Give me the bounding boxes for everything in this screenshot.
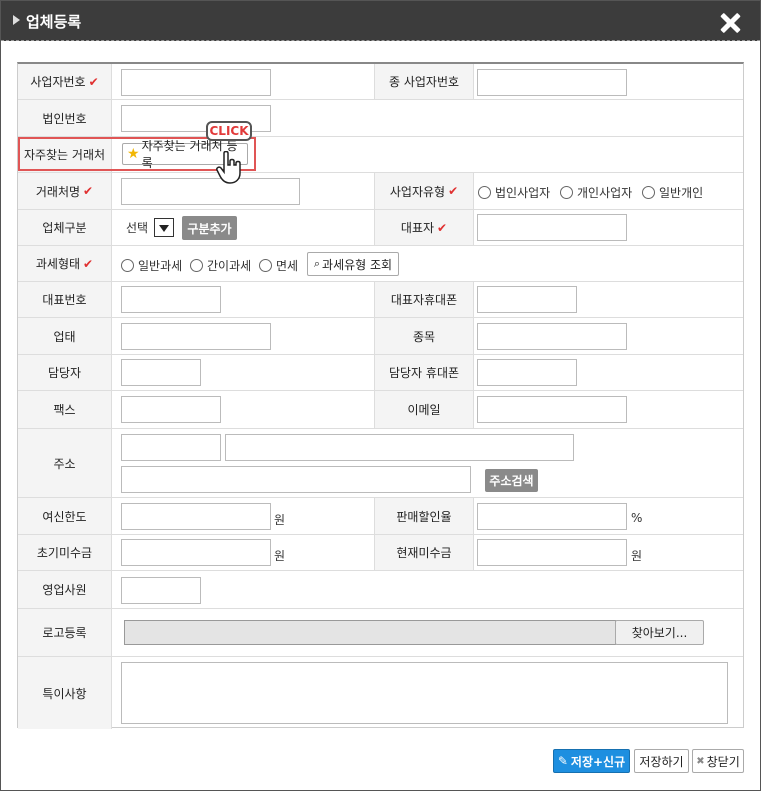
row-rep-phone: 대표번호 대표자휴대폰 bbox=[18, 282, 743, 318]
rep-phone-input[interactable] bbox=[121, 286, 221, 313]
business-type-input[interactable] bbox=[121, 323, 271, 350]
label-manager: 담당자 bbox=[18, 355, 112, 390]
save-button[interactable]: 저장하기 bbox=[634, 749, 689, 773]
business-item-input[interactable] bbox=[477, 323, 627, 350]
fax-input[interactable] bbox=[121, 396, 221, 423]
label-email: 이메일 bbox=[374, 391, 474, 428]
tax-type-lookup-button[interactable]: ⌕ 과세유형 조회 bbox=[307, 252, 399, 276]
label-initial-receivable: 초기미수금 bbox=[18, 535, 112, 570]
radio-individual[interactable]: 일반개인 bbox=[642, 184, 703, 201]
label-logo: 로고등록 bbox=[18, 609, 112, 656]
biz-no-input[interactable] bbox=[121, 69, 271, 96]
label-representative: 대표자 ✔ bbox=[374, 210, 474, 245]
row-notes: 특이사항 bbox=[18, 657, 743, 729]
email-input[interactable] bbox=[477, 396, 627, 423]
titlebar: 업체등록 bbox=[1, 1, 760, 41]
unit-won: 원 bbox=[274, 513, 286, 527]
edit-icon: ✎ bbox=[557, 754, 568, 768]
radio-corporate[interactable]: 법인사업자 bbox=[478, 184, 550, 201]
label-tax-type: 과세형태 ✔ bbox=[18, 246, 112, 281]
triangle-icon bbox=[13, 15, 20, 25]
row-address: 주소 주소검색 bbox=[18, 429, 743, 498]
dialog-title: 업체등록 bbox=[26, 13, 82, 31]
unit-won: 원 bbox=[631, 549, 643, 563]
category-select[interactable]: 선택 bbox=[126, 218, 175, 237]
sub-biz-no-input[interactable] bbox=[477, 69, 627, 96]
address-input[interactable] bbox=[225, 434, 574, 461]
label-fax: 팩스 bbox=[18, 391, 112, 428]
label-client-name: 거래처명 ✔ bbox=[18, 173, 112, 209]
close-icon[interactable] bbox=[718, 11, 742, 35]
label-biz-type: 사업자유형 ✔ bbox=[374, 173, 474, 209]
required-check-icon: ✔ bbox=[437, 220, 448, 235]
logo-file-input[interactable] bbox=[124, 620, 616, 645]
row-corp-no: 법인번호 bbox=[18, 100, 743, 137]
radio-general-tax[interactable]: 일반과세 bbox=[121, 257, 182, 274]
row-fax: 팩스 이메일 bbox=[18, 391, 743, 429]
label-sales-rep: 영업사원 bbox=[18, 571, 112, 608]
label-manager-mobile: 담당자 휴대폰 bbox=[374, 355, 474, 390]
row-biz-no: 사업자번호 ✔ 종 사업자번호 bbox=[18, 64, 743, 100]
label-current-receivable: 현재미수금 bbox=[374, 535, 474, 570]
credit-limit-input[interactable] bbox=[121, 503, 271, 530]
chevron-down-icon bbox=[154, 218, 175, 237]
label-address: 주소 bbox=[18, 429, 112, 497]
row-manager: 담당자 담당자 휴대폰 bbox=[18, 355, 743, 391]
close-icon: ✖ bbox=[696, 755, 705, 767]
sales-discount-input[interactable] bbox=[477, 503, 627, 530]
row-receivables: 초기미수금 원 현재미수금 원 bbox=[18, 535, 743, 571]
click-callout: CLICK bbox=[206, 121, 252, 141]
initial-receivable-input[interactable] bbox=[121, 539, 271, 566]
label-business-type: 업태 bbox=[18, 318, 112, 354]
current-receivable-input[interactable] bbox=[477, 539, 627, 566]
label-biz-no: 사업자번호 ✔ bbox=[18, 64, 112, 99]
representative-input[interactable] bbox=[477, 214, 627, 241]
label-rep-mobile: 대표자휴대폰 bbox=[374, 282, 474, 317]
sales-rep-input[interactable] bbox=[121, 577, 201, 604]
label-credit-limit: 여신한도 bbox=[18, 498, 112, 534]
row-business: 업태 종목 bbox=[18, 318, 743, 355]
row-credit: 여신한도 원 판매할인율 % bbox=[18, 498, 743, 535]
required-check-icon: ✔ bbox=[83, 256, 94, 271]
label-business-item: 종목 bbox=[374, 318, 474, 354]
rep-mobile-input[interactable] bbox=[477, 286, 577, 313]
row-tax: 과세형태 ✔ 일반과세 간이과세 면세 ⌕ 과세유형 조회 bbox=[18, 246, 743, 282]
notes-textarea[interactable] bbox=[121, 662, 728, 724]
label-rep-phone: 대표번호 bbox=[18, 282, 112, 317]
add-category-button[interactable]: 구분추가 bbox=[182, 216, 237, 240]
magnifier-icon: ⌕ bbox=[313, 257, 321, 270]
label-notes: 특이사항 bbox=[18, 657, 112, 729]
hand-pointer-icon bbox=[216, 151, 241, 184]
close-window-button[interactable]: ✖ 창닫기 bbox=[692, 749, 744, 773]
radio-individual-biz[interactable]: 개인사업자 bbox=[560, 184, 632, 201]
address-search-button[interactable]: 주소검색 bbox=[485, 469, 538, 492]
required-check-icon: ✔ bbox=[88, 74, 99, 89]
unit-percent: % bbox=[631, 511, 643, 525]
address-detail-input[interactable] bbox=[121, 466, 471, 493]
required-check-icon: ✔ bbox=[83, 184, 94, 198]
manager-input[interactable] bbox=[121, 359, 201, 386]
manager-mobile-input[interactable] bbox=[477, 359, 577, 386]
label-sales-discount: 판매할인율 bbox=[374, 498, 474, 534]
browse-button[interactable]: 찾아보기... bbox=[615, 620, 704, 645]
zipcode-input[interactable] bbox=[121, 434, 221, 461]
row-category: 업체구분 선택 구분추가 대표자 ✔ bbox=[18, 210, 743, 246]
label-category: 업체구분 bbox=[18, 210, 112, 245]
unit-won: 원 bbox=[274, 549, 286, 563]
label-sub-biz-no: 종 사업자번호 bbox=[374, 64, 474, 99]
radio-tax-exempt[interactable]: 면세 bbox=[259, 257, 298, 274]
row-sales-rep: 영업사원 bbox=[18, 571, 743, 609]
dialog-window: 업체등록 사업자번호 ✔ 종 사업자번호 법인번호 자주찾는 거래처 ★ 자주찾는 … bbox=[0, 0, 761, 791]
label-corp-no: 법인번호 bbox=[18, 100, 112, 136]
client-name-input[interactable] bbox=[121, 178, 300, 205]
row-logo: 로고등록 찾아보기... bbox=[18, 609, 743, 657]
save-new-button[interactable]: ✎ 저장+신규 bbox=[553, 749, 630, 773]
row-client-name: 거래처명 ✔ 사업자유형 ✔ 법인사업자 개인사업자 일반개인 bbox=[18, 173, 743, 210]
required-check-icon: ✔ bbox=[448, 184, 459, 198]
radio-simple-tax[interactable]: 간이과세 bbox=[190, 257, 251, 274]
